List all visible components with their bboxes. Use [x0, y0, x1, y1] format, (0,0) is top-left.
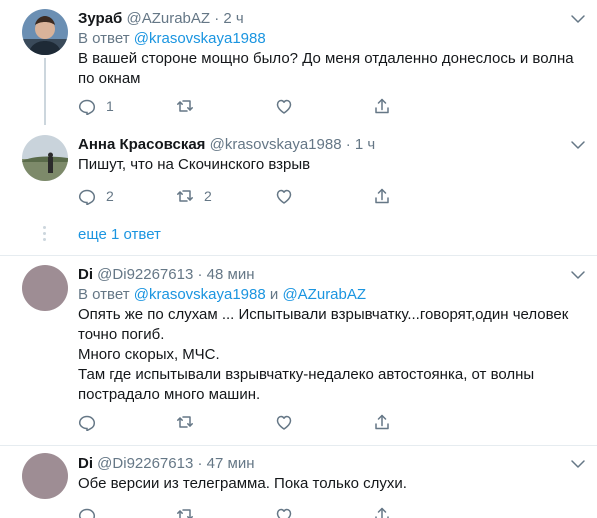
tweet-text: В вашей стороне мощно было? До меня отда…	[78, 50, 574, 87]
share-icon	[375, 414, 389, 430]
avatar[interactable]	[22, 265, 68, 311]
timestamp[interactable]: 1 ч	[355, 136, 375, 153]
reply-icon	[78, 508, 96, 518]
author-handle[interactable]: @Di92267613	[97, 455, 193, 472]
tweet-text: Обе версии из телеграмма. Пока только сл…	[78, 475, 407, 492]
like-button[interactable]	[275, 186, 303, 206]
retweet-icon	[177, 190, 193, 202]
show-more-replies-link[interactable]: еще 1 ответ	[78, 225, 161, 245]
separator-dot: ·	[197, 266, 203, 283]
reply-button[interactable]	[78, 505, 96, 518]
like-icon	[276, 508, 292, 518]
mention-link[interactable]: @AZurabAZ	[282, 286, 366, 303]
tweet-text: Опять же по слухам ... Испытывали взрывч…	[78, 306, 569, 403]
reply-count: 2	[106, 188, 114, 204]
reply-icon	[78, 99, 96, 115]
like-icon	[276, 99, 292, 114]
reply-button[interactable]: 2	[78, 186, 114, 206]
reply-button[interactable]: 1	[78, 96, 114, 116]
retweet-icon	[177, 100, 193, 112]
share-button[interactable]	[373, 505, 391, 518]
caret-down-icon[interactable]	[569, 456, 587, 472]
avatar[interactable]	[22, 135, 68, 181]
reply-icon	[78, 189, 96, 205]
retweet-count: 2	[204, 188, 212, 204]
reply-icon	[78, 415, 96, 431]
avatar[interactable]	[22, 9, 68, 55]
separator-dot: ·	[345, 136, 351, 153]
timestamp[interactable]: 48 мин	[207, 266, 255, 283]
tweet-header: Di @Di92267613 · 48 мин	[78, 265, 585, 285]
like-button[interactable]	[275, 96, 303, 116]
author-name[interactable]: Di	[78, 266, 93, 283]
separator-dot: ·	[214, 10, 220, 27]
author-handle[interactable]: @Di92267613	[97, 266, 193, 283]
thread-dots	[43, 226, 47, 244]
reply-count: 1	[106, 98, 114, 114]
caret-down-icon[interactable]	[569, 137, 587, 153]
like-button[interactable]	[275, 505, 293, 518]
retweet-icon	[177, 509, 193, 518]
tweet-header: Зураб @AZurabAZ · 2 ч	[78, 9, 585, 29]
share-button[interactable]	[373, 96, 391, 116]
like-icon	[276, 415, 292, 430]
caret-down-icon[interactable]	[569, 11, 587, 27]
author-name[interactable]: Анна Красовская	[78, 136, 205, 153]
share-icon	[375, 507, 389, 518]
retweet-button[interactable]	[176, 505, 194, 518]
timestamp[interactable]: 47 мин	[207, 455, 255, 472]
retweet-button[interactable]: 2	[176, 186, 212, 206]
reply-to: В ответ @krasovskaya1988 и @AZurabAZ	[78, 286, 367, 303]
reply-button[interactable]	[78, 412, 96, 432]
author-name[interactable]: Di	[78, 455, 93, 472]
mention-link[interactable]: @krasovskaya1988	[134, 286, 266, 303]
caret-down-icon[interactable]	[569, 267, 587, 283]
tweet-text: Пишут, что на Скочинского взрыв	[78, 156, 311, 173]
author-handle[interactable]: @krasovskaya1988	[210, 136, 342, 153]
author-handle[interactable]: @AZurabAZ	[126, 10, 210, 27]
mention-link[interactable]: @krasovskaya1988	[134, 30, 266, 47]
author-name[interactable]: Зураб	[78, 10, 122, 27]
thread-line	[44, 58, 46, 125]
timestamp[interactable]: 2 ч	[223, 10, 243, 27]
reply-to: В ответ @krasovskaya1988	[78, 30, 266, 47]
separator-dot: ·	[197, 455, 203, 472]
tweet-header: Анна Красовская @krasovskaya1988 · 1 ч	[78, 135, 585, 155]
tweet-header: Di @Di92267613 · 47 мин	[78, 454, 585, 474]
avatar[interactable]	[22, 453, 68, 499]
share-icon	[375, 188, 389, 204]
retweet-button[interactable]	[176, 96, 204, 116]
share-button[interactable]	[373, 186, 391, 206]
retweet-button[interactable]	[176, 412, 194, 432]
retweet-icon	[177, 416, 193, 428]
share-button[interactable]	[373, 412, 391, 432]
like-icon	[276, 189, 292, 204]
like-button[interactable]	[275, 412, 293, 432]
share-icon	[375, 98, 389, 114]
